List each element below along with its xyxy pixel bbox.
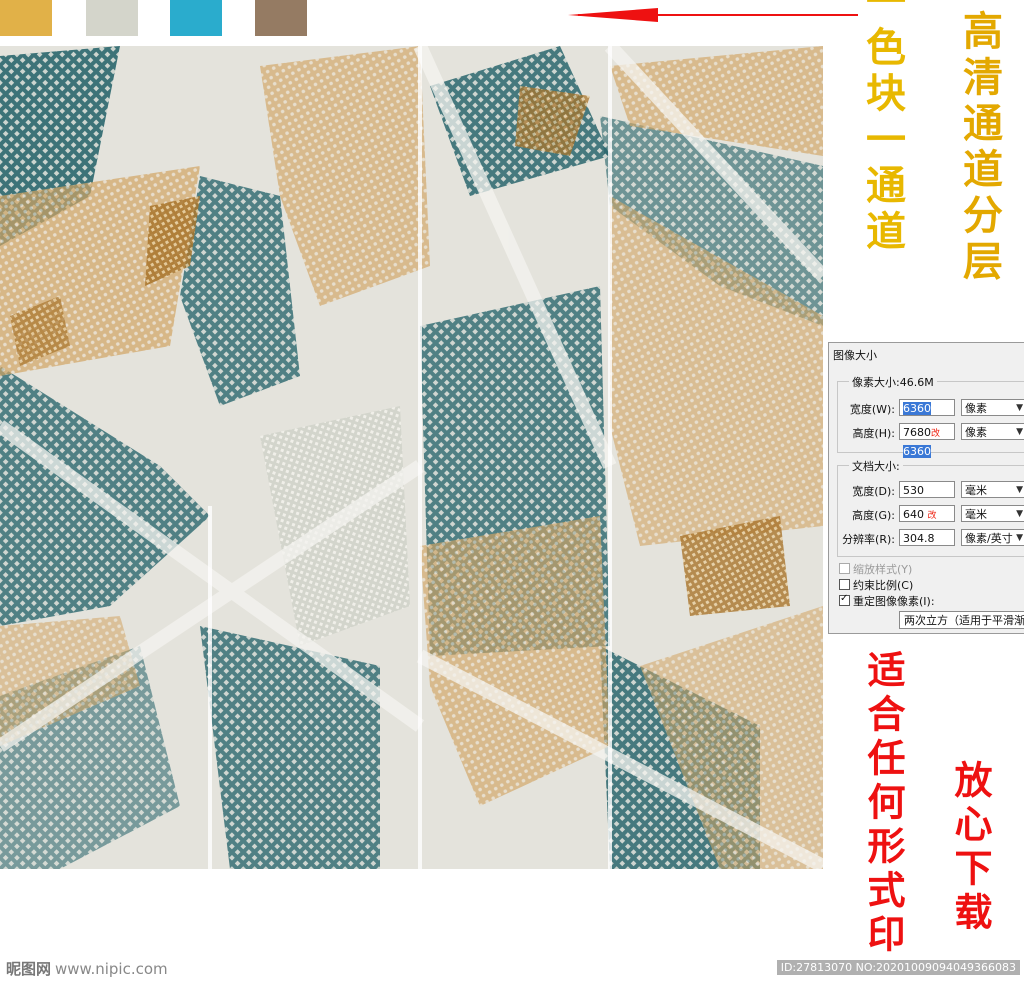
width-pixels-input[interactable]: 6360	[899, 399, 955, 416]
resample-image-checkbox[interactable]: 重定图像像素(I):	[839, 593, 935, 609]
chevron-down-icon: ▼	[1016, 533, 1023, 543]
chevron-down-icon: ▼	[1016, 509, 1023, 519]
height-pixels-unit-select[interactable]: 像素 ▼	[961, 423, 1024, 440]
resolution-input[interactable]: 304.8	[899, 529, 955, 546]
doc-width-label: 宽度(D):	[852, 485, 895, 498]
label-hd-layers: 高清通道分层	[956, 10, 1003, 286]
width-pixels-unit-select[interactable]: 像素 ▼	[961, 399, 1024, 416]
dialog-title: 图像大小	[833, 349, 877, 362]
chevron-down-icon: ▼	[1016, 485, 1023, 495]
checkbox-checked-icon	[839, 593, 850, 606]
doc-height-unit-select[interactable]: 毫米 ▼	[961, 505, 1024, 522]
constrain-proportions-checkbox[interactable]: 约束比例(C)	[839, 577, 913, 593]
height-pixels-input[interactable]: 7680改6360	[899, 423, 955, 458]
left-arrow-icon	[568, 8, 858, 22]
image-size-dialog: 图像大小 像素大小:46.6M 宽度(W): 6360 像素 ▼ 高度(H): 7…	[828, 342, 1024, 634]
checkbox-icon	[839, 563, 850, 574]
label-one-channel: 一色块一通道	[859, 0, 906, 256]
checkbox-icon	[839, 579, 850, 590]
doc-width-input[interactable]: 530	[899, 481, 955, 498]
label-any-print: 适合任何形式印	[861, 650, 906, 958]
color-swatch-blue	[170, 0, 222, 36]
color-swatch-gray	[86, 0, 138, 36]
image-id-watermark: ID:27813070 NO:20201009094049366083	[776, 960, 1020, 975]
scale-styles-checkbox[interactable]: 缩放样式(Y)	[839, 561, 912, 577]
color-swatch-brown	[255, 0, 307, 36]
chevron-down-icon: ▼	[1016, 403, 1023, 413]
resample-method-select[interactable]: 两次立方（适用于平滑渐变	[899, 611, 1024, 629]
color-swatch-gold	[0, 0, 52, 36]
label-safe-download: 放心下载	[948, 760, 993, 936]
document-size-label: 文档大小:	[849, 458, 903, 474]
doc-width-unit-select[interactable]: 毫米 ▼	[961, 481, 1024, 498]
height-label: 高度(H):	[852, 427, 895, 440]
chevron-down-icon: ▼	[1016, 427, 1023, 437]
pixel-dimensions-label: 像素大小:46.6M	[849, 374, 937, 390]
doc-height-input[interactable]: 640 改 530	[899, 505, 955, 540]
resolution-label: 分辨率(R):	[842, 533, 895, 546]
pattern-artwork	[0, 46, 823, 869]
resolution-unit-select[interactable]: 像素/英寸 ▼	[961, 529, 1024, 546]
site-watermark: 昵图网 www.nipic.com	[6, 960, 168, 978]
width-label: 宽度(W):	[849, 403, 895, 416]
doc-height-label: 高度(G):	[852, 509, 895, 522]
